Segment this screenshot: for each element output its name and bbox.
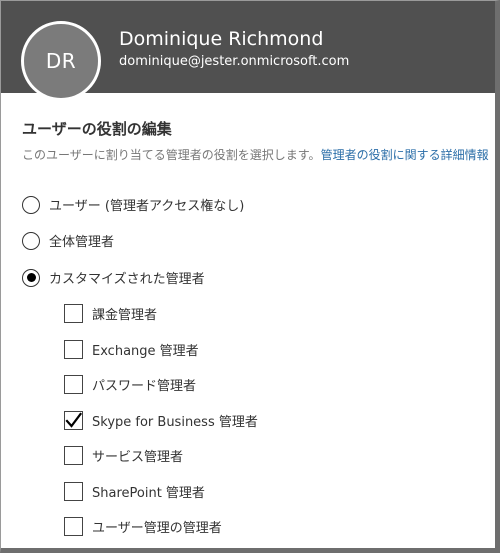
section-description: このユーザーに割り当てる管理者の役割を選択します。管理者の役割に関する詳細情報: [22, 145, 490, 165]
radio-unselected-icon[interactable]: [22, 195, 40, 214]
user-email: dominique@jester.onmicrosoft.com: [119, 54, 350, 69]
role-option-global-admin[interactable]: 全体管理者: [22, 231, 114, 250]
custom-role-user-management-admin[interactable]: ユーザー管理の管理者: [64, 517, 222, 536]
checkbox[interactable]: [64, 446, 83, 465]
radio-dot: [26, 273, 36, 282]
custom-role-label: Skype for Business 管理者: [92, 415, 258, 430]
check-icon: [65, 412, 82, 428]
checkbox[interactable]: [64, 517, 83, 536]
role-option-user[interactable]: ユーザー (管理者アクセス権なし): [22, 195, 244, 214]
role-option-label: ユーザー (管理者アクセス権なし): [49, 199, 245, 214]
radio-unselected-icon[interactable]: [22, 231, 40, 250]
description-text: このユーザーに割り当てる管理者の役割を選択します。: [22, 148, 321, 162]
role-option-label: 全体管理者: [49, 235, 115, 250]
custom-role-service-admin[interactable]: サービス管理者: [64, 446, 183, 465]
edit-user-roles-panel: Dominique Richmond dominique@jester.onmi…: [0, 0, 500, 553]
checkbox-checked[interactable]: [64, 411, 83, 430]
custom-role-label: サービス管理者: [92, 450, 184, 465]
checkbox[interactable]: [64, 375, 83, 394]
user-name: Dominique Richmond: [119, 28, 324, 50]
custom-role-label: パスワード管理者: [92, 379, 197, 394]
custom-role-label: Exchange 管理者: [92, 344, 199, 359]
custom-role-label: SharePoint 管理者: [92, 486, 205, 501]
section-title: ユーザーの役割の編集: [22, 120, 172, 138]
role-option-custom-admin[interactable]: カスタマイズされた管理者: [22, 268, 205, 287]
custom-role-exchange-admin[interactable]: Exchange 管理者: [64, 340, 199, 359]
custom-role-password-admin[interactable]: パスワード管理者: [64, 375, 196, 394]
admin-roles-info-link[interactable]: 管理者の役割に関する詳細情報: [321, 148, 489, 162]
custom-role-skype-admin[interactable]: Skype for Business 管理者: [64, 411, 258, 430]
checkbox[interactable]: [64, 304, 83, 323]
custom-role-billing-admin[interactable]: 課金管理者: [64, 304, 157, 323]
custom-role-label: 課金管理者: [92, 308, 158, 323]
role-option-label: カスタマイズされた管理者: [49, 272, 205, 287]
custom-role-sharepoint-admin[interactable]: SharePoint 管理者: [64, 482, 205, 501]
checkbox[interactable]: [64, 340, 83, 359]
custom-role-label: ユーザー管理の管理者: [92, 521, 222, 536]
avatar: DR: [21, 21, 101, 101]
checkbox[interactable]: [64, 482, 83, 501]
radio-selected-icon[interactable]: [22, 268, 40, 287]
